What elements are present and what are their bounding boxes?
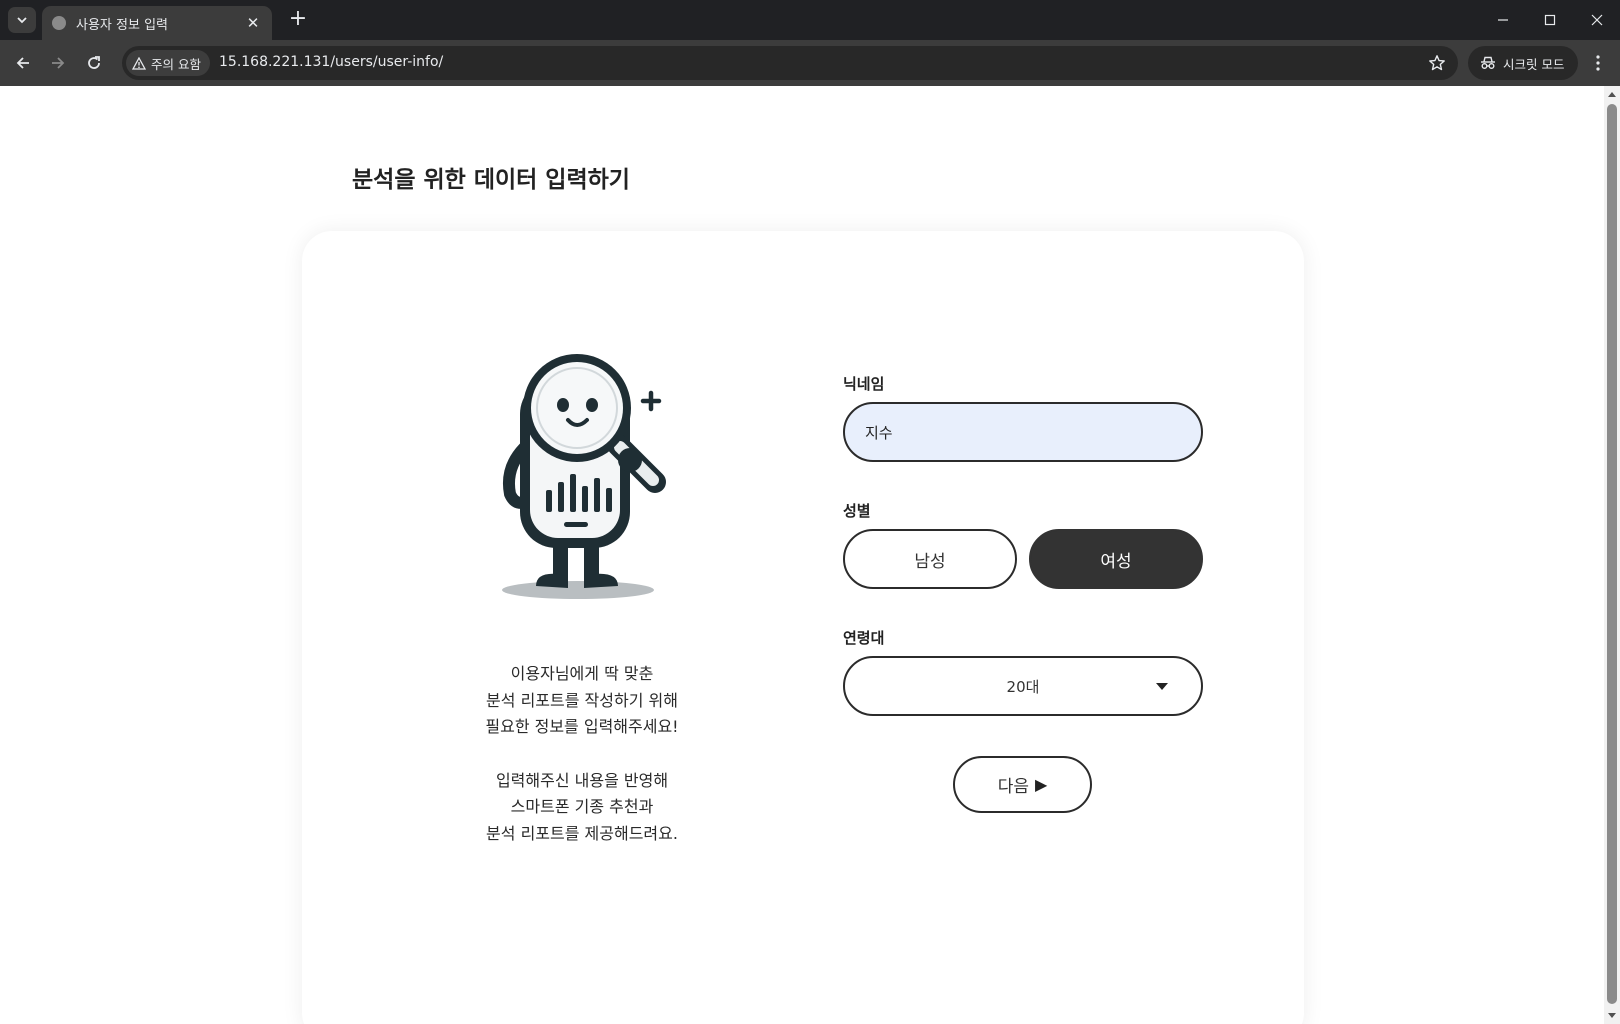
security-label: 주의 요함 bbox=[151, 56, 201, 72]
scrollbar-thumb[interactable] bbox=[1607, 104, 1617, 1004]
minimize-button[interactable] bbox=[1480, 0, 1526, 40]
warning-icon bbox=[132, 56, 146, 70]
globe-icon bbox=[52, 16, 66, 30]
vertical-scrollbar[interactable] bbox=[1604, 86, 1620, 1024]
reload-button[interactable] bbox=[81, 50, 107, 76]
intro-text: 이용자님에게 딱 맞춘 분석 리포트를 작성하기 위해 필요한 정보를 입력해주… bbox=[412, 661, 752, 847]
page-viewport: 분석을 위한 데이터 입력하기 이용자님에게 딱 맞춘 분석 리포트를 작성하기… bbox=[0, 86, 1620, 1024]
forward-button[interactable] bbox=[45, 50, 71, 76]
security-chip[interactable]: 주의 요함 bbox=[126, 50, 210, 76]
mascot-illustration bbox=[502, 354, 666, 599]
intro-line: 필요한 정보를 입력해주세요! bbox=[485, 717, 679, 736]
browser-tab[interactable]: 사용자 정보 입력 ✕ bbox=[42, 6, 272, 40]
next-button-label: 다음 bbox=[997, 777, 1029, 797]
caret-down-icon bbox=[1156, 683, 1168, 690]
scroll-down-icon[interactable] bbox=[1608, 1013, 1616, 1018]
browser-menu-button[interactable] bbox=[1586, 50, 1610, 76]
play-arrow-icon: ▶ bbox=[1034, 775, 1048, 794]
browser-tab-strip: 사용자 정보 입력 ✕ + bbox=[0, 0, 1620, 40]
maximize-button[interactable] bbox=[1527, 0, 1573, 40]
url-text[interactable]: 15.168.221.131/users/user-info/ bbox=[219, 54, 443, 70]
maximize-icon bbox=[1544, 14, 1556, 26]
back-button[interactable] bbox=[10, 50, 36, 76]
incognito-icon bbox=[1481, 56, 1495, 69]
incognito-chip[interactable]: 시크릿 모드 bbox=[1468, 46, 1578, 80]
arrow-right-icon bbox=[52, 57, 65, 69]
age-select[interactable]: 20대 bbox=[843, 656, 1203, 716]
address-bar[interactable]: 주의 요함 15.168.221.131/users/user-info/ bbox=[122, 46, 1458, 80]
new-tab-button[interactable]: + bbox=[284, 7, 312, 33]
more-vertical-icon bbox=[1596, 55, 1600, 71]
tab-title: 사용자 정보 입력 bbox=[76, 17, 168, 33]
minimize-icon bbox=[1498, 19, 1508, 21]
form-card bbox=[302, 231, 1304, 1024]
arrow-left-icon bbox=[16, 57, 29, 69]
next-button[interactable]: 다음 ▶ bbox=[953, 756, 1092, 813]
browser-toolbar: 주의 요함 15.168.221.131/users/user-info/ 시크… bbox=[0, 40, 1620, 86]
gender-male-button[interactable]: 남성 bbox=[843, 529, 1017, 589]
nickname-label: 닉네임 bbox=[843, 375, 885, 393]
reload-icon bbox=[88, 56, 100, 69]
intro-line: 입력해주신 내용을 반영해 bbox=[495, 770, 669, 790]
star-icon[interactable] bbox=[1428, 54, 1446, 72]
gender-label: 성별 bbox=[843, 502, 871, 520]
close-window-button[interactable] bbox=[1574, 0, 1620, 40]
tab-close-icon[interactable]: ✕ bbox=[244, 14, 262, 32]
age-label: 연령대 bbox=[843, 629, 885, 647]
chevron-down-icon bbox=[17, 17, 27, 24]
intro-line: 이용자님에게 딱 맞춘 bbox=[510, 664, 654, 683]
incognito-label: 시크릿 모드 bbox=[1503, 56, 1565, 72]
intro-line: 분석 리포트를 제공해드려요. bbox=[486, 823, 678, 843]
intro-line: 분석 리포트를 작성하기 위해 bbox=[486, 690, 678, 710]
intro-line: 스마트폰 기종 추천과 bbox=[510, 797, 654, 816]
age-select-value: 20대 bbox=[1006, 678, 1040, 696]
gender-female-button[interactable]: 여성 bbox=[1029, 529, 1203, 589]
close-icon bbox=[1591, 14, 1603, 26]
page-title: 분석을 위한 데이터 입력하기 bbox=[352, 167, 630, 193]
tab-search-button[interactable] bbox=[8, 7, 36, 33]
scroll-up-icon[interactable] bbox=[1608, 92, 1616, 97]
nickname-input[interactable] bbox=[843, 402, 1203, 462]
